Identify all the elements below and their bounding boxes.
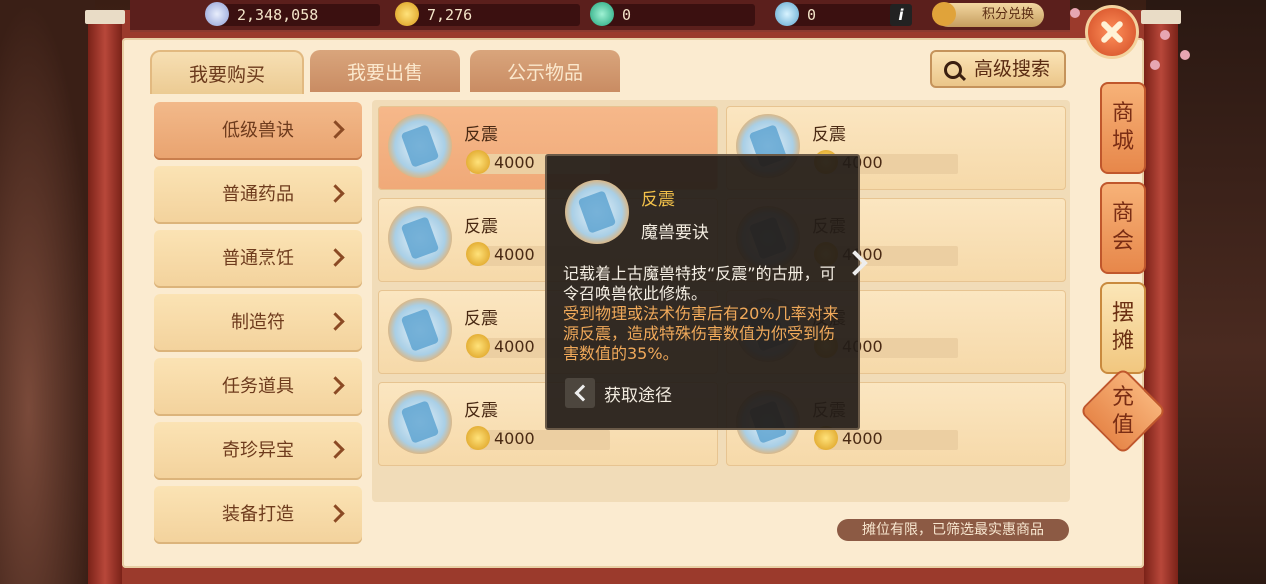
item-name: 反震 [464,309,498,329]
side-tab-mall[interactable]: 商 城 [1100,82,1146,174]
gold-coin-icon [395,2,419,26]
tab-public-items[interactable]: 公示物品 [470,50,620,92]
tab-buy[interactable]: 我要购买 [150,50,304,94]
currency-gold-value: 7,276 [427,6,473,24]
pillar-cap-right [1141,10,1181,24]
stall-notice: 摊位有限，已筛选最实惠商品 [837,519,1069,541]
blossom-decoration [1150,60,1160,70]
money-bag-icon [932,2,956,26]
jade-icon [590,2,614,26]
side-tab-stall-line1: 摆 [1111,301,1134,326]
advanced-search-button[interactable]: 高级搜索 [930,50,1066,88]
side-tab-guild-line2: 会 [1111,229,1134,254]
currency-gem-value: 0 [807,6,817,24]
price-bar [470,430,610,450]
tooltip-item-name: 反震 [641,190,675,210]
gold-coin-icon [466,242,490,266]
blossom-decoration [1180,50,1190,60]
search-icon [944,61,962,79]
item-tooltip: 反震 魔兽要诀 记载着上古魔兽特技“反震”的古册，可令召唤兽依此修炼。 受到物理… [545,154,860,430]
item-price: 4000 [842,429,883,448]
side-tab-mall-line2: 城 [1111,129,1134,154]
skill-scroll-icon [388,390,452,454]
side-tab-stall-line2: 摊 [1111,329,1134,354]
currency-silver: 2,348,058 [205,2,380,26]
tooltip-description: 记载着上古魔兽特技“反震”的古册，可令召唤兽依此修炼。 [563,264,836,303]
gem-icon [775,2,799,26]
side-tab-guild-market[interactable]: 商 会 [1100,182,1146,274]
price-bar [818,430,958,450]
category-quest-items[interactable]: 任务道具 [154,358,362,416]
resource-bar: 2,348,058 7,276 0 0 [130,0,1070,32]
chevron-left-icon[interactable] [565,378,595,408]
blossom-decoration [1070,8,1080,18]
category-common-cooking[interactable]: 普通烹饪 [154,230,362,288]
item-price: 4000 [494,245,535,264]
recharge-label[interactable]: 充 值 [1100,382,1146,442]
category-low-pet-skill[interactable]: 低级兽诀 [154,102,362,160]
recharge-line1: 充 [1111,385,1134,410]
currency-gold: 7,276 [395,2,580,26]
points-exchange-button[interactable]: 积分兑换 [932,2,1044,27]
skill-scroll-icon [388,114,452,178]
points-exchange-label: 积分兑换 [981,7,1034,22]
recharge-line2: 值 [1111,413,1134,438]
advanced-search-label: 高级搜索 [973,58,1050,80]
gold-coin-icon [466,334,490,358]
category-common-medicine[interactable]: 普通药品 [154,166,362,224]
item-price: 4000 [494,153,535,172]
tooltip-effect: 受到物理或法术伤害后有20%几率对来源反震，造成特殊伤害数值为你受到伤害数值的3… [563,304,839,363]
acquisition-source-link[interactable]: 获取途径 [604,381,672,406]
background-left-scene [0,0,95,584]
item-price: 4000 [494,429,535,448]
skill-scroll-icon [565,180,629,244]
gold-coin-icon [466,150,490,174]
pillar-cap-left [85,10,125,24]
item-price: 4000 [494,337,535,356]
left-pillar [88,15,122,584]
item-name: 反震 [464,217,498,237]
currency-silver-value: 2,348,058 [237,6,319,24]
tooltip-item-type: 魔兽要诀 [641,223,709,243]
gold-coin-icon [466,426,490,450]
skill-scroll-icon [388,298,452,362]
tab-sell[interactable]: 我要出售 [310,50,460,92]
silver-coin-icon [205,2,229,26]
item-name: 反震 [464,401,498,421]
info-button[interactable]: i [890,4,912,26]
skill-scroll-icon [388,206,452,270]
side-tab-stall[interactable]: 摆 摊 [1100,282,1146,374]
currency-jade-value: 0 [622,6,632,24]
close-icon[interactable] [1085,5,1139,59]
category-rare-treasures[interactable]: 奇珍异宝 [154,422,362,480]
category-equipment-forging[interactable]: 装备打造 [154,486,362,544]
blossom-decoration [1160,30,1170,40]
item-name: 反震 [464,125,498,145]
category-crafting-talisman[interactable]: 制造符 [154,294,362,352]
item-name: 反震 [812,125,846,145]
side-tab-guild-line1: 商 [1111,201,1134,226]
currency-gem: 0 [775,2,895,26]
side-tab-mall-line1: 商 [1111,101,1134,126]
currency-jade: 0 [590,2,755,26]
right-pillar [1144,15,1178,584]
